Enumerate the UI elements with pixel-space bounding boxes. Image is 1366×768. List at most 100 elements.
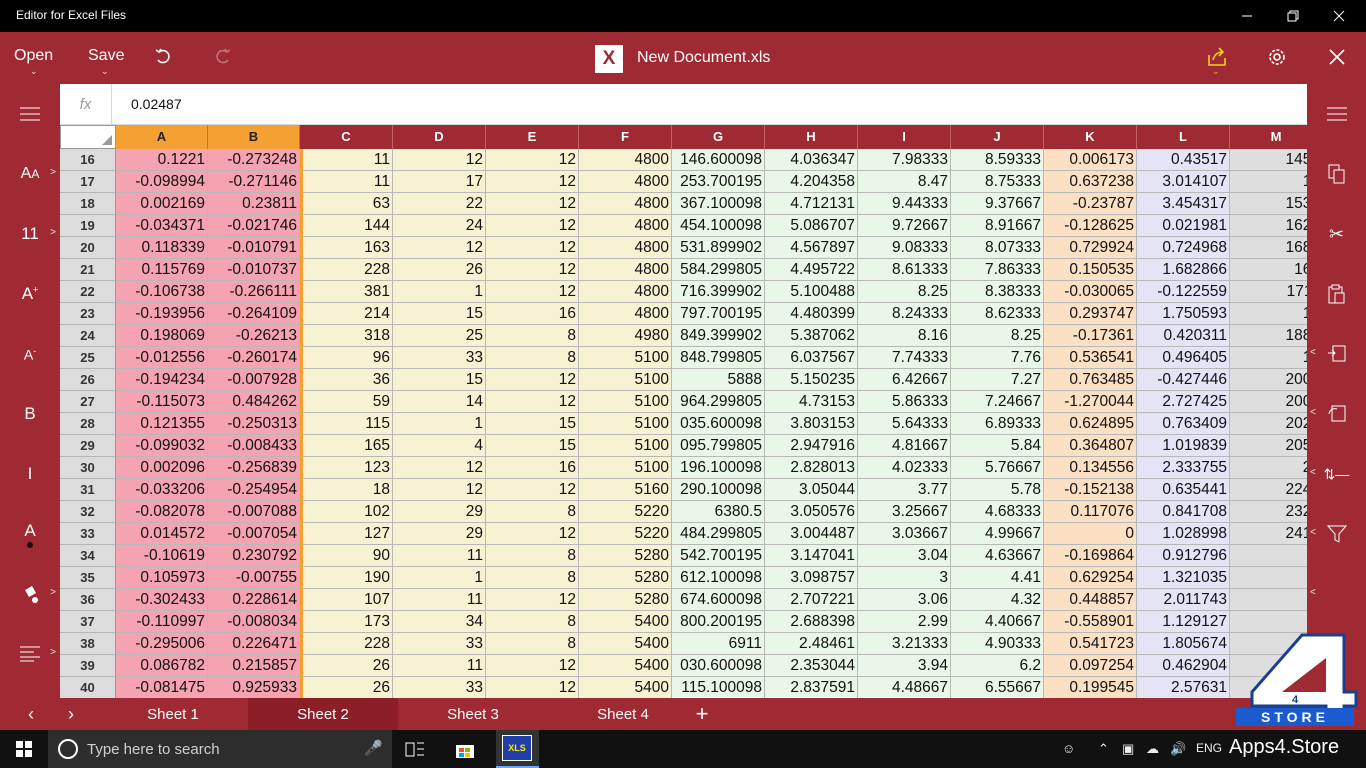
column-header-j[interactable]: J [951, 125, 1044, 149]
cell-a25[interactable]: -0.012556 [116, 347, 208, 369]
cell-e29[interactable]: 15 [486, 435, 579, 457]
row-header[interactable]: 38 [60, 633, 116, 655]
cell-g22[interactable]: 716.399902 [672, 281, 765, 303]
cell-d20[interactable]: 12 [393, 237, 486, 259]
row-header[interactable]: 36 [60, 589, 116, 611]
cell-h20[interactable]: 4.567897 [765, 237, 858, 259]
cell-f21[interactable]: 4800 [579, 259, 672, 281]
cell-a21[interactable]: 0.115769 [116, 259, 208, 281]
bold-button[interactable]: B [0, 394, 60, 434]
cell-k31[interactable]: -0.152138 [1044, 479, 1137, 501]
cell-e22[interactable]: 12 [486, 281, 579, 303]
cell-h36[interactable]: 2.707221 [765, 589, 858, 611]
row-header[interactable]: 20 [60, 237, 116, 259]
cell-k37[interactable]: -0.558901 [1044, 611, 1137, 633]
cell-c36[interactable]: 107 [300, 589, 393, 611]
cell-a31[interactable]: -0.033206 [116, 479, 208, 501]
save-button[interactable]: Save [88, 47, 124, 65]
cell-m33[interactable]: 2418 [1230, 523, 1307, 545]
cell-e34[interactable]: 8 [486, 545, 579, 567]
cell-b29[interactable]: -0.008433 [208, 435, 300, 457]
cell-b36[interactable]: 0.228614 [208, 589, 300, 611]
cell-j34[interactable]: 4.63667 [951, 545, 1044, 567]
cell-f28[interactable]: 5100 [579, 413, 672, 435]
cell-a35[interactable]: 0.105973 [116, 567, 208, 589]
cell-j38[interactable]: 4.90333 [951, 633, 1044, 655]
column-header-b[interactable]: B [208, 125, 300, 149]
cell-j35[interactable]: 4.41 [951, 567, 1044, 589]
cell-e32[interactable]: 8 [486, 501, 579, 523]
row-header[interactable]: 35 [60, 567, 116, 589]
cell-a20[interactable]: 0.118339 [116, 237, 208, 259]
cell-i30[interactable]: 4.02333 [858, 457, 951, 479]
cell-d37[interactable]: 34 [393, 611, 486, 633]
cell-l35[interactable]: 1.321035 [1137, 567, 1230, 589]
cell-f19[interactable]: 4800 [579, 215, 672, 237]
cell-m30[interactable]: 21 [1230, 457, 1307, 479]
cell-i23[interactable]: 8.24333 [858, 303, 951, 325]
open-button[interactable]: Open [14, 47, 53, 65]
cell-f20[interactable]: 4800 [579, 237, 672, 259]
next-sheet-button[interactable]: › [56, 702, 86, 726]
cell-e30[interactable]: 16 [486, 457, 579, 479]
font-size-button[interactable]: 11 > [0, 214, 60, 254]
cell-d38[interactable]: 33 [393, 633, 486, 655]
cell-k18[interactable]: -0.23787 [1044, 193, 1137, 215]
cell-l32[interactable]: 0.841708 [1137, 501, 1230, 523]
row-header[interactable]: 24 [60, 325, 116, 347]
cell-h38[interactable]: 2.48461 [765, 633, 858, 655]
cell-a37[interactable]: -0.110997 [116, 611, 208, 633]
cell-g25[interactable]: 848.799805 [672, 347, 765, 369]
cell-j31[interactable]: 5.78 [951, 479, 1044, 501]
cell-f26[interactable]: 5100 [579, 369, 672, 391]
cell-a24[interactable]: 0.198069 [116, 325, 208, 347]
cell-g28[interactable]: 035.600098 [672, 413, 765, 435]
cell-h30[interactable]: 2.828013 [765, 457, 858, 479]
add-sheet-button[interactable]: + [690, 698, 714, 730]
cell-l37[interactable]: 1.129127 [1137, 611, 1230, 633]
cell-c40[interactable]: 26 [300, 677, 393, 698]
cell-a27[interactable]: -0.115073 [116, 391, 208, 413]
cell-c39[interactable]: 26 [300, 655, 393, 677]
taskbar-search[interactable]: Type here to search 🎤 [48, 730, 392, 768]
cell-m28[interactable]: 2024 [1230, 413, 1307, 435]
cell-b20[interactable]: -0.010791 [208, 237, 300, 259]
cell-e36[interactable]: 12 [486, 589, 579, 611]
cell-d22[interactable]: 1 [393, 281, 486, 303]
cell-i38[interactable]: 3.21333 [858, 633, 951, 655]
cell-f36[interactable]: 5280 [579, 589, 672, 611]
cell-j40[interactable]: 6.55667 [951, 677, 1044, 698]
cell-l38[interactable]: 1.805674 [1137, 633, 1230, 655]
cell-a39[interactable]: 0.086782 [116, 655, 208, 677]
cell-f38[interactable]: 5400 [579, 633, 672, 655]
cell-b32[interactable]: -0.007088 [208, 501, 300, 523]
cell-c37[interactable]: 173 [300, 611, 393, 633]
cell-c27[interactable]: 59 [300, 391, 393, 413]
cell-g30[interactable]: 196.100098 [672, 457, 765, 479]
cell-m16[interactable]: 1456 [1230, 149, 1307, 171]
cell-k16[interactable]: 0.006173 [1044, 149, 1137, 171]
cell-b30[interactable]: -0.256839 [208, 457, 300, 479]
cell-c24[interactable]: 318 [300, 325, 393, 347]
task-view-button[interactable] [396, 734, 434, 766]
column-header-a[interactable]: A [116, 125, 208, 149]
cell-l27[interactable]: 2.727425 [1137, 391, 1230, 413]
cell-f32[interactable]: 5220 [579, 501, 672, 523]
cell-g29[interactable]: 095.799805 [672, 435, 765, 457]
cell-m17[interactable]: 14 [1230, 171, 1307, 193]
cell-i35[interactable]: 3 [858, 567, 951, 589]
cell-b17[interactable]: -0.271146 [208, 171, 300, 193]
cell-m35[interactable] [1230, 567, 1307, 589]
row-header[interactable]: 37 [60, 611, 116, 633]
cell-e20[interactable]: 12 [486, 237, 579, 259]
cell-m19[interactable]: 1621 [1230, 215, 1307, 237]
cell-a17[interactable]: -0.098994 [116, 171, 208, 193]
cell-c19[interactable]: 144 [300, 215, 393, 237]
cell-f35[interactable]: 5280 [579, 567, 672, 589]
cell-b39[interactable]: 0.215857 [208, 655, 300, 677]
tab-sheet-3[interactable]: Sheet 3 [398, 698, 548, 730]
volume-icon[interactable]: 🔊 [1170, 741, 1186, 757]
cell-d32[interactable]: 29 [393, 501, 486, 523]
cell-k19[interactable]: -0.128625 [1044, 215, 1137, 237]
cell-l18[interactable]: 3.454317 [1137, 193, 1230, 215]
